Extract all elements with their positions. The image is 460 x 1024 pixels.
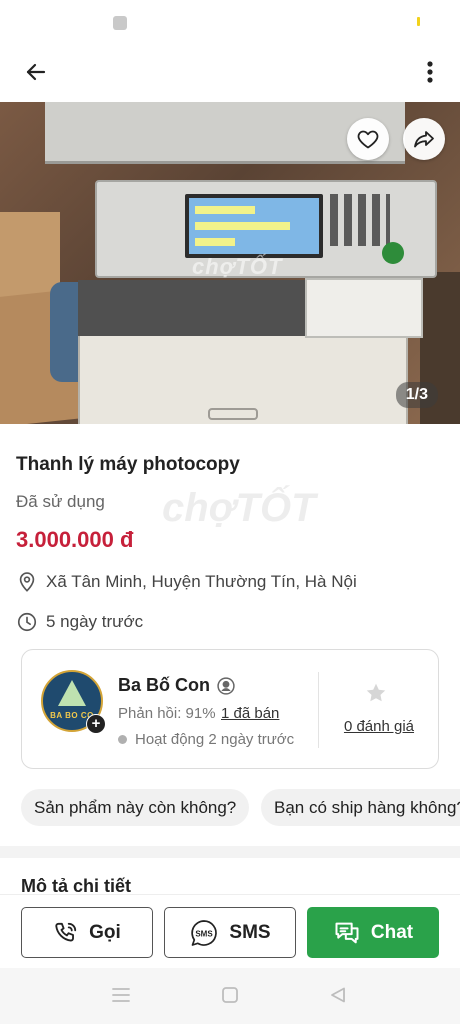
page-watermark: chợTỐT <box>162 486 316 530</box>
listing-location: Xã Tân Minh, Huyện Thường Tín, Hà Nội <box>46 572 357 591</box>
notification-icon <box>113 16 127 30</box>
call-label: Gọi <box>89 921 121 943</box>
back-nav-icon[interactable] <box>329 986 347 1004</box>
photo-machine-shape <box>382 242 404 264</box>
seller-name: Ba Bố Con <box>118 675 210 695</box>
chat-icon <box>335 922 359 943</box>
chat-button[interactable]: Chat <box>307 907 439 958</box>
status-bar <box>0 0 460 44</box>
section-divider <box>0 846 460 858</box>
posted-time-row: 5 ngày trước <box>16 611 143 633</box>
bottom-action-bar: Gọi SMS SMS Chat <box>0 894 460 968</box>
seller-name-link[interactable]: Ba Bố Con <box>118 675 236 696</box>
photo-machine-shape <box>78 280 308 336</box>
sms-button[interactable]: SMS SMS <box>164 907 296 958</box>
active-status: Hoạt động 2 ngày trước <box>118 731 294 748</box>
top-bar <box>0 44 460 102</box>
chat-label: Chat <box>370 921 414 943</box>
follow-button[interactable]: + <box>86 714 106 734</box>
image-gallery[interactable]: chợTỐT 1/3 <box>0 102 460 424</box>
card-divider <box>318 672 319 748</box>
quick-reply-chip[interactable]: Bạn có ship hàng không? <box>261 789 460 826</box>
share-button[interactable] <box>403 118 445 160</box>
posted-time: 5 ngày trước <box>46 612 144 631</box>
status-dot-icon <box>118 735 127 744</box>
quick-reply-chip[interactable]: Sản phẩm này còn không? <box>21 789 250 826</box>
sms-icon-text: SMS <box>196 929 214 938</box>
call-button[interactable]: Gọi <box>21 907 153 958</box>
clock-icon <box>17 612 37 632</box>
share-icon <box>414 131 434 148</box>
photo-machine-shape <box>208 408 258 420</box>
rating-link[interactable]: 0 đánh giá <box>318 718 440 735</box>
response-rate: Phản hồi: 91% <box>118 705 216 722</box>
back-button[interactable] <box>18 54 54 90</box>
gallery-watermark: chợTỐT <box>192 254 283 279</box>
favorite-button[interactable] <box>347 118 389 160</box>
screen: chợTỐT 1/3 chợTỐT Thanh lý máy photocopy… <box>0 0 460 1024</box>
seller-card[interactable]: BA BO CO + Ba Bố Con Phản hồi: 91% 1 đã … <box>21 649 439 769</box>
image-counter: 1/3 <box>395 382 438 408</box>
photo-machine-shape <box>195 222 290 230</box>
menu-nav-icon[interactable] <box>111 986 131 1004</box>
photo-machine-shape <box>305 278 423 338</box>
photo-machine-shape <box>195 238 235 246</box>
more-vertical-icon <box>427 61 433 83</box>
more-options-button[interactable] <box>416 54 444 90</box>
home-nav-icon[interactable] <box>221 986 239 1004</box>
phone-icon <box>55 922 77 942</box>
photo-machine-shape <box>185 194 323 258</box>
sms-icon: SMS <box>191 919 218 946</box>
listing-condition: Đã sử dụng <box>16 492 105 511</box>
sold-count-link[interactable]: 1 đã bán <box>221 705 279 722</box>
user-verified-icon <box>217 676 235 695</box>
heart-icon <box>357 130 379 149</box>
arrow-left-icon <box>26 63 46 81</box>
battery-indicator-icon <box>417 17 420 26</box>
photo-machine-shape <box>195 206 255 214</box>
system-nav-bar <box>0 968 460 1024</box>
sms-label: SMS <box>229 921 271 943</box>
active-status-text: Hoạt động 2 ngày trước <box>135 731 295 748</box>
location-pin-icon <box>19 572 35 592</box>
star-icon <box>366 683 386 702</box>
location-row[interactable]: Xã Tân Minh, Huyện Thường Tín, Hà Nội <box>16 571 357 593</box>
tree-logo-icon <box>58 680 86 706</box>
listing-price: 3.000.000 đ <box>16 527 134 552</box>
listing-title: Thanh lý máy photocopy <box>16 454 240 475</box>
photo-machine-shape <box>330 194 390 246</box>
